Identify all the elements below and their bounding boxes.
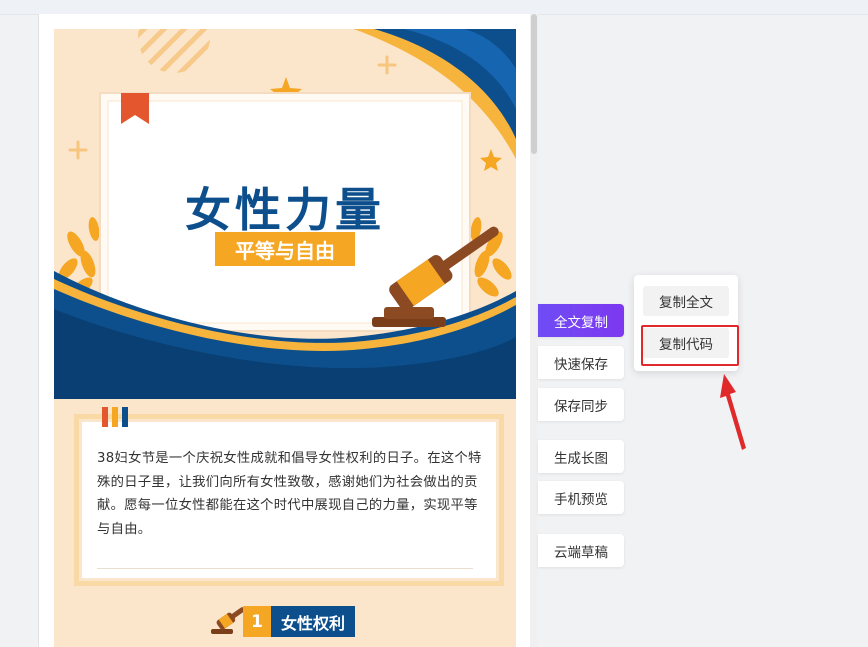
generate-long-image-button[interactable]: 生成长图 <box>538 440 624 473</box>
editor-canvas[interactable]: 女性力量 平等与自由 38妇女节是一个庆祝女性成就和倡导女性权利的日子。在这个特… <box>38 14 537 647</box>
scrollbar-thumb[interactable] <box>531 14 537 154</box>
highlight-box <box>641 325 739 366</box>
banner-subtitle: 平等与自由 <box>215 232 355 266</box>
section-heading: 1 女性权利 <box>209 605 356 638</box>
top-toolbar <box>0 0 868 15</box>
banner-title: 女性力量 <box>185 183 385 237</box>
copy-full-text-button[interactable]: 复制全文 <box>643 286 729 316</box>
copy-all-button[interactable]: 全文复制 <box>538 304 624 337</box>
section-title: 女性权利 <box>271 606 356 637</box>
cloud-draft-button[interactable]: 云端草稿 <box>538 534 624 567</box>
divider <box>97 568 473 569</box>
intro-text: 38妇女节是一个庆祝女性成就和倡导女性权利的日子。在这个特殊的日子里，让我们向所… <box>97 451 482 537</box>
arrow-annotation-icon <box>720 374 746 450</box>
save-sync-button[interactable]: 保存同步 <box>538 388 624 421</box>
mobile-preview-button[interactable]: 手机预览 <box>538 481 624 514</box>
article-preview: 女性力量 平等与自由 38妇女节是一个庆祝女性成就和倡导女性权利的日子。在这个特… <box>54 29 516 647</box>
gavel-icon <box>211 606 243 634</box>
intro-card: 38妇女节是一个庆祝女性成就和倡导女性权利的日子。在这个特殊的日子里，让我们向所… <box>74 407 504 586</box>
card-decoration <box>102 407 128 427</box>
quick-save-button[interactable]: 快速保存 <box>538 346 624 379</box>
section-number: 1 <box>243 606 271 637</box>
